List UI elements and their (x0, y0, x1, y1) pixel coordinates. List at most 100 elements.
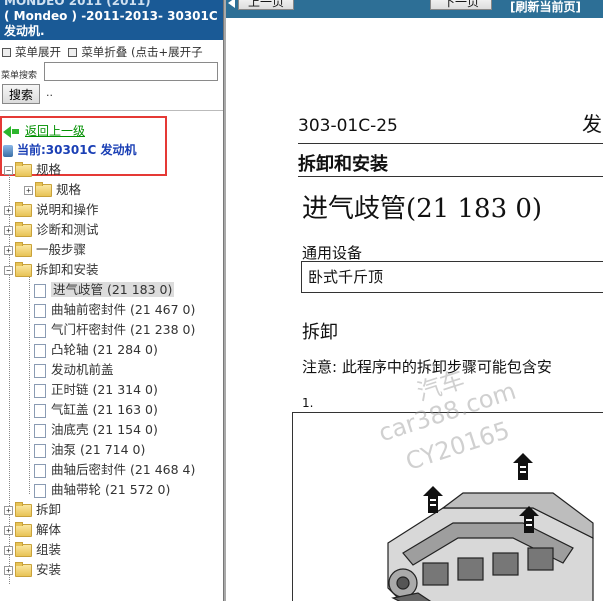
tree-item-label[interactable]: 曲轴带轮 (21 572 0) (51, 482, 170, 497)
tree-item-document[interactable]: 曲轴后密封件 (21 468 4) (34, 460, 195, 480)
tree-item-folder[interactable]: + 拆卸 (4, 500, 61, 520)
section-code: 303-01C-25 (298, 116, 398, 136)
tree-item-folder[interactable]: − 规格 (4, 160, 61, 180)
menu-expand-link[interactable]: 菜单展开 (15, 45, 61, 59)
tree-item-label[interactable]: 规格 (36, 162, 61, 177)
tree-item-folder[interactable]: + 诊断和测试 (4, 220, 99, 240)
tree-item-label[interactable]: 正时链 (21 314 0) (51, 382, 158, 397)
tree-item-label[interactable]: 诊断和测试 (36, 222, 99, 237)
rule (298, 176, 603, 177)
tree-item-folder[interactable]: + 组装 (4, 540, 61, 560)
document-icon (34, 483, 46, 498)
section-title: 拆卸和安装 (298, 154, 388, 175)
general-equipment-label: 通用设备 (302, 244, 363, 262)
tree-item-document[interactable]: 进气歧管 (21 183 0) (34, 280, 175, 300)
document-icon (34, 323, 46, 338)
tree-item-label[interactable]: 拆卸和安装 (36, 262, 99, 277)
expand-toggle-icon[interactable]: + (4, 566, 13, 575)
search-button[interactable]: 搜索 (2, 84, 40, 104)
tree-item-folder[interactable]: + 一般步骤 (4, 240, 86, 260)
expand-toggle-icon[interactable]: + (4, 226, 13, 235)
folder-icon (15, 522, 32, 537)
content-panel: 上一页 下一页 [刷新当前页] 303-01C-25 发 拆卸和安装 进气歧管(… (226, 0, 603, 601)
disassembly-heading: 拆卸 (302, 322, 338, 343)
refresh-link[interactable]: [刷新当前页] (510, 0, 581, 15)
expand-toggle-icon[interactable]: + (4, 526, 13, 535)
document-title-header: MONDEO 2011 (2011) ( Mondeo ) -2011-2013… (0, 0, 223, 40)
tree-item-folder[interactable]: + 规格 (24, 180, 81, 200)
tree-item-label[interactable]: 油底壳 (21 154 0) (51, 422, 158, 437)
tree-item-label[interactable]: 凸轮轴 (21 284 0) (51, 342, 158, 357)
expand-toggle-icon[interactable]: + (4, 506, 13, 515)
equipment-item: 卧式千斤顶 (308, 268, 384, 286)
expand-toggle-icon[interactable]: + (24, 186, 33, 195)
page-title: 进气歧管(21 183 0) (302, 194, 543, 224)
tree-item-folder[interactable]: + 说明和操作 (4, 200, 99, 220)
document-icon (34, 383, 46, 398)
tree-line (29, 274, 30, 494)
tree-item-document[interactable]: 油泵 (21 714 0) (34, 440, 145, 460)
tree-item-label[interactable]: 发动机前盖 (51, 362, 114, 377)
tree-item-document[interactable]: 气门杆密封件 (21 238 0) (34, 320, 195, 340)
title-line-1: MONDEO 2011 (2011) (4, 0, 151, 8)
tree-item-label[interactable]: 气缸盖 (21 163 0) (51, 402, 158, 417)
document-icon (34, 303, 46, 318)
document-icon (34, 363, 46, 378)
folder-icon (15, 162, 32, 177)
tree-item-document[interactable]: 凸轮轴 (21 284 0) (34, 340, 158, 360)
section-code-right: 发 (582, 112, 602, 136)
prev-page-button[interactable]: 上一页 (238, 0, 294, 10)
back-arrow-tail (12, 129, 19, 134)
tree-item-label[interactable]: 进气歧管 (21 183 0) (51, 282, 175, 297)
current-location: 当前:30301C 发动机 (3, 141, 137, 158)
tree-item-label[interactable]: 一般步骤 (36, 242, 86, 257)
expand-toggle-icon[interactable]: + (4, 246, 13, 255)
folder-icon (15, 502, 32, 517)
tree-item-folder[interactable]: + 安装 (4, 560, 61, 580)
tree-item-label[interactable]: 安装 (36, 562, 61, 577)
title-line-2: ( Mondeo ) -2011-2013- 30301C (4, 9, 218, 23)
tree-item-document[interactable]: 正时链 (21 314 0) (34, 380, 158, 400)
back-link[interactable]: 返回上一级 (25, 124, 85, 138)
tree-item-label[interactable]: 规格 (56, 182, 81, 197)
tree-item-label[interactable]: 曲轴前密封件 (21 467 0) (51, 302, 195, 317)
back-link-row[interactable]: 返回上一级 (3, 122, 85, 139)
folder-icon (15, 262, 32, 277)
tree-item-label[interactable]: 气门杆密封件 (21 238 0) (51, 322, 195, 337)
document-icon (34, 463, 46, 478)
search-dots: .. (46, 86, 53, 99)
tree-item-label[interactable]: 组装 (36, 542, 61, 557)
menu-toggle-row: 菜单展开 菜单折叠 (点击+展开子 (2, 44, 203, 60)
folder-icon (15, 242, 32, 257)
expand-toggle-icon[interactable]: + (4, 206, 13, 215)
folder-icon (15, 222, 32, 237)
tree-item-document[interactable]: 气缸盖 (21 163 0) (34, 400, 158, 420)
document-icon (34, 443, 46, 458)
expand-icon (2, 48, 11, 57)
current-label: 当前:30301C 发动机 (17, 143, 137, 157)
folder-icon (15, 542, 32, 557)
tree-item-document[interactable]: 曲轴前密封件 (21 467 0) (34, 300, 195, 320)
next-page-button[interactable]: 下一页 (430, 0, 492, 10)
expand-toggle-icon[interactable]: + (4, 546, 13, 555)
search-input[interactable] (44, 62, 218, 81)
tree-item-document[interactable]: 曲轴带轮 (21 572 0) (34, 480, 170, 500)
tree-item-document[interactable]: 油底壳 (21 154 0) (34, 420, 158, 440)
tree-item-label[interactable]: 说明和操作 (36, 202, 99, 217)
document-icon (34, 423, 46, 438)
tree-item-label[interactable]: 解体 (36, 522, 61, 537)
collapse-icon (68, 48, 78, 57)
folder-icon (15, 562, 32, 577)
menu-collapse-link[interactable]: 菜单折叠 (点击+展开子 (81, 45, 202, 59)
tree-item-folder[interactable]: + 解体 (4, 520, 61, 540)
tree-item-label[interactable]: 油泵 (21 714 0) (51, 442, 145, 457)
tree-item-document[interactable]: 发动机前盖 (34, 360, 114, 380)
search-label: 菜单搜索 (1, 71, 38, 81)
prev-arrow-icon (228, 0, 235, 8)
collapse-toggle-icon[interactable]: − (4, 166, 13, 175)
tree-item-folder[interactable]: − 拆卸和安装 (4, 260, 99, 280)
tree-item-label[interactable]: 曲轴后密封件 (21 468 4) (51, 462, 195, 477)
tree-item-label[interactable]: 拆卸 (36, 502, 61, 517)
folder-icon (15, 202, 32, 217)
collapse-toggle-icon[interactable]: − (4, 266, 13, 275)
